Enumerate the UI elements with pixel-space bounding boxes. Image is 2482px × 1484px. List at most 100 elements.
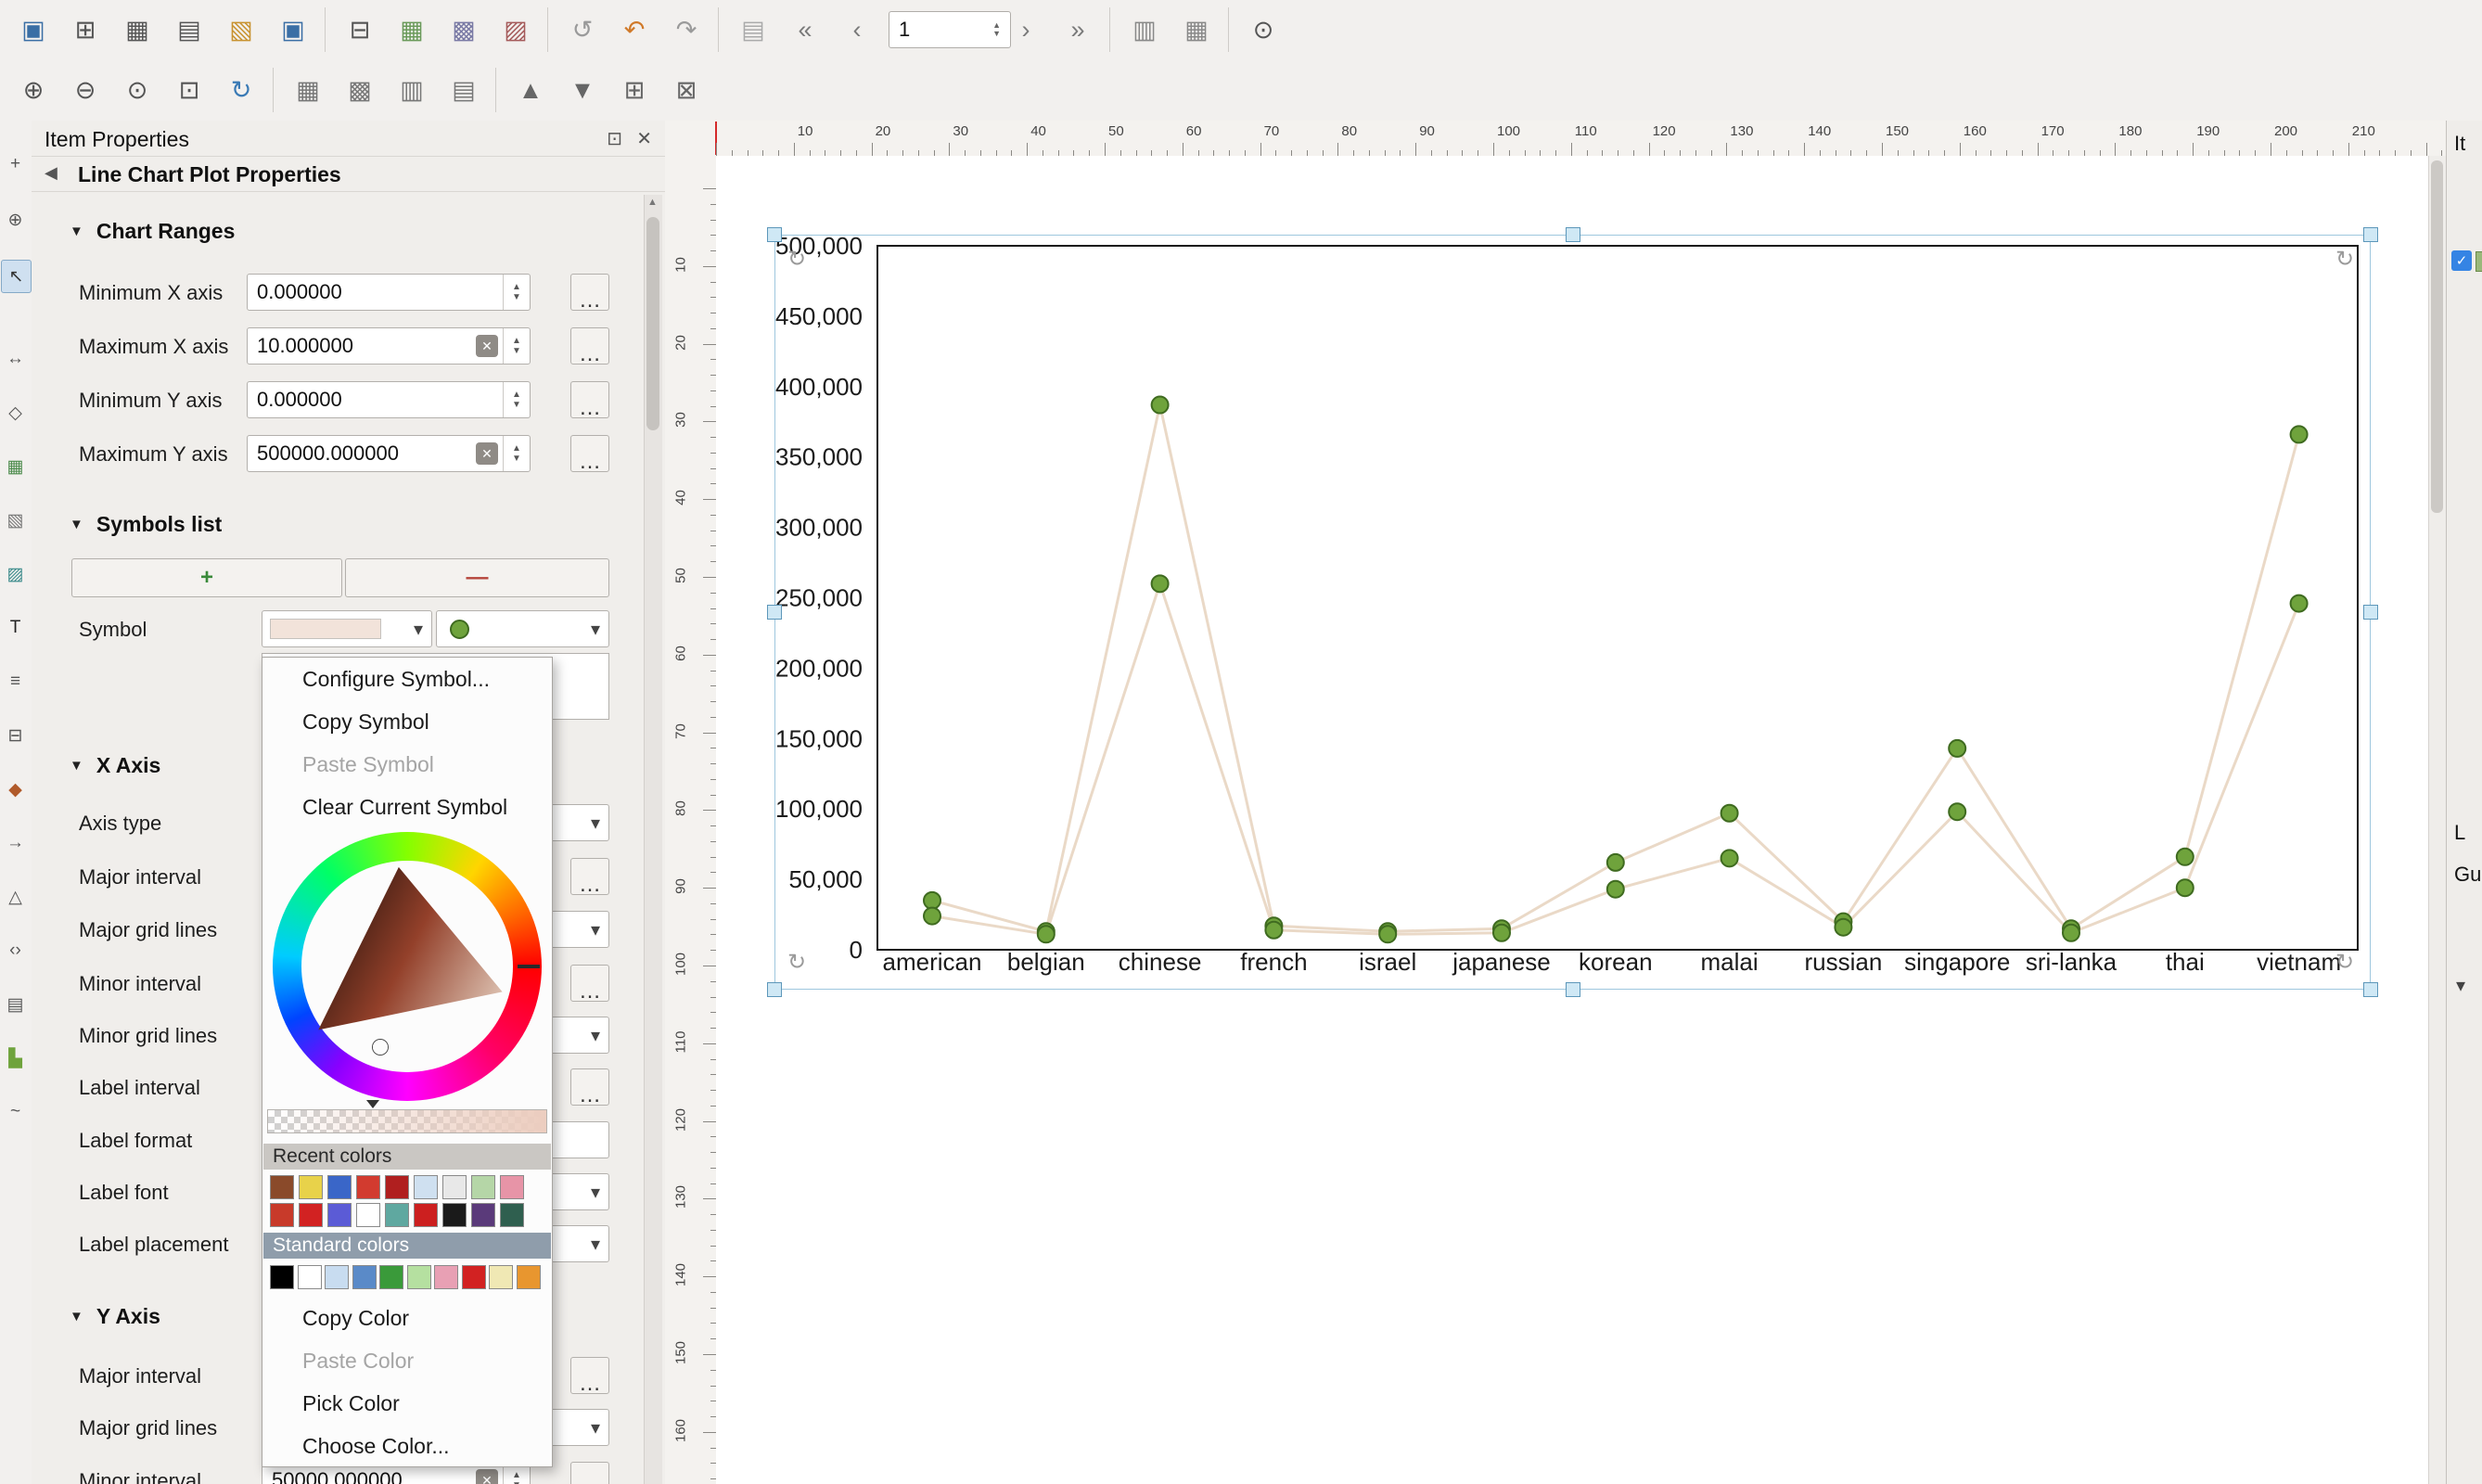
add-label-icon[interactable]: T [1, 612, 30, 644]
next-feature-icon[interactable]: › [1005, 9, 1046, 50]
back-icon[interactable]: ◀ [45, 163, 58, 183]
zoom-region-icon[interactable]: ⊙ [1243, 9, 1284, 50]
show-guides-icon[interactable]: ▥ [391, 70, 432, 110]
recent-color-swatch[interactable] [299, 1175, 323, 1199]
spinner-icons[interactable]: ▲▼ [503, 328, 530, 364]
rotate-handle-icon[interactable]: ↻ [787, 949, 806, 976]
recent-color-swatch[interactable] [471, 1203, 495, 1227]
clear-value-icon[interactable]: ✕ [476, 442, 498, 465]
recent-color-swatch[interactable] [270, 1203, 294, 1227]
standard-color-swatch[interactable] [517, 1265, 541, 1289]
recent-color-swatch[interactable] [500, 1203, 524, 1227]
undo-icon[interactable]: ↶ [614, 9, 655, 50]
recent-color-swatch[interactable] [356, 1175, 380, 1199]
save-project-icon[interactable]: ▣ [13, 9, 54, 50]
collapse-icon[interactable]: ▼ [70, 517, 83, 532]
recent-color-swatch[interactable] [270, 1175, 294, 1199]
move-item-content-tool-icon[interactable]: ↔ [1, 343, 30, 375]
rotate-handle-icon[interactable]: ↻ [2335, 949, 2354, 976]
standard-color-swatch[interactable] [298, 1265, 322, 1289]
first-feature-icon[interactable]: « [785, 9, 825, 50]
recent-color-swatch[interactable] [356, 1203, 380, 1227]
save-as-template-icon[interactable]: ▣ [273, 9, 313, 50]
menu-item-clear-current-symbol[interactable]: Clear Current Symbol [263, 786, 551, 828]
select-move-item-tool-icon[interactable]: ↖ [1, 260, 32, 293]
spinner-icons[interactable]: ▲▼ [503, 436, 530, 471]
snap-to-grid-icon[interactable]: ▩ [339, 70, 380, 110]
pan-tool-icon[interactable]: + [1, 148, 30, 180]
add-3d-map-icon[interactable]: ▧ [1, 505, 30, 536]
open-folder-icon[interactable]: ▧ [221, 9, 262, 50]
add-shape-icon[interactable]: ◆ [1, 774, 30, 805]
remove-symbol-button[interactable]: — [345, 558, 609, 597]
clear-value-icon[interactable]: ✕ [476, 1469, 498, 1484]
scrollbar-thumb[interactable] [2431, 160, 2443, 513]
line-chart-item[interactable]: 050,000100,000150,000200,000250,000300,0… [774, 235, 2371, 990]
zoom-tool-icon[interactable]: ⊕ [1, 204, 30, 236]
selection-handle[interactable] [2363, 982, 2378, 997]
data-defined-override-button[interactable]: … [570, 858, 609, 895]
collapse-icon[interactable]: ▼ [70, 758, 83, 774]
data-defined-override-button[interactable]: … [570, 965, 609, 1002]
minimum-x-axis-input[interactable]: 0.000000▲▼ [247, 274, 531, 311]
new-layout-icon[interactable]: ⊞ [65, 9, 106, 50]
section-header-chart-ranges[interactable]: ▼Chart Ranges [70, 217, 235, 245]
revert-icon[interactable]: ↺ [562, 9, 603, 50]
recent-color-swatch[interactable] [471, 1175, 495, 1199]
menu-item-pick-color[interactable]: Pick Color [263, 1382, 551, 1425]
group-items-icon[interactable]: ⊞ [614, 70, 655, 110]
standard-color-swatch[interactable] [352, 1265, 377, 1289]
spinner-icons[interactable]: ▲▼ [503, 275, 530, 310]
item-visibility-checkbox[interactable]: ✓ [2451, 250, 2472, 271]
section-header-x-axis[interactable]: ▼X Axis [70, 751, 160, 779]
data-defined-override-button[interactable]: … [570, 1068, 609, 1106]
recent-color-swatch[interactable] [442, 1175, 467, 1199]
section-header-y-axis[interactable]: ▼Y Axis [70, 1302, 160, 1330]
standard-color-swatch[interactable] [379, 1265, 403, 1289]
menu-item-copy-symbol[interactable]: Copy Symbol [263, 700, 551, 743]
scroll-up-icon[interactable]: ▲ [647, 197, 658, 208]
color-marker[interactable] [373, 1040, 388, 1055]
standard-color-swatch[interactable] [489, 1265, 513, 1289]
data-defined-override-button[interactable]: … [570, 435, 609, 472]
selection-handle[interactable] [767, 605, 782, 620]
section-header-symbols-list[interactable]: ▼Symbols list [70, 510, 222, 538]
chevron-down-icon[interactable]: ▾ [2456, 974, 2465, 997]
color-wheel[interactable] [273, 832, 542, 1101]
last-feature-icon[interactable]: » [1057, 9, 1098, 50]
duplicate-layout-icon[interactable]: ▦ [117, 9, 158, 50]
print-icon[interactable]: ⊟ [339, 9, 380, 50]
data-defined-override-button[interactable]: … [570, 381, 609, 418]
standard-color-swatch[interactable] [434, 1265, 458, 1289]
recent-color-swatch[interactable] [414, 1175, 438, 1199]
add-arrow-icon[interactable]: → [1, 827, 30, 859]
lower-items-icon[interactable]: ▼ [562, 70, 603, 110]
minimum-y-axis-input[interactable]: 0.000000▲▼ [247, 381, 531, 418]
close-panel-icon[interactable]: ✕ [636, 127, 652, 150]
selection-handle[interactable] [2363, 605, 2378, 620]
standard-color-swatch[interactable] [407, 1265, 431, 1289]
add-node-item-icon[interactable]: △ [1, 881, 30, 913]
add-map-icon[interactable]: ▦ [1, 451, 30, 482]
export-image-icon[interactable]: ▦ [391, 9, 432, 50]
atlas-preview-icon[interactable]: ▤ [733, 9, 774, 50]
snap-to-guides-icon[interactable]: ▤ [443, 70, 484, 110]
data-defined-override-button[interactable]: … [570, 1462, 609, 1484]
menu-item-choose-color-[interactable]: Choose Color... [263, 1425, 551, 1467]
standard-color-swatch[interactable] [325, 1265, 349, 1289]
recent-color-swatch[interactable] [500, 1175, 524, 1199]
selection-handle[interactable] [767, 227, 782, 242]
edit-nodes-tool-icon[interactable]: ◇ [1, 397, 30, 429]
zoom-actual-icon[interactable]: ⊙ [117, 70, 158, 110]
selection-handle[interactable] [1566, 227, 1580, 242]
maximum-x-axis-input[interactable]: 10.000000✕▲▼ [247, 327, 531, 365]
atlas-export-icon[interactable]: ▦ [1176, 9, 1217, 50]
add-picture-icon[interactable]: ▨ [1, 558, 30, 590]
float-panel-icon[interactable]: ⊡ [607, 127, 622, 150]
recent-color-swatch[interactable] [299, 1203, 323, 1227]
rotate-handle-icon[interactable]: ↻ [2335, 246, 2354, 273]
symbol-color-dropdown[interactable]: ▾ [262, 610, 432, 647]
add-legend-icon[interactable]: ≡ [1, 666, 30, 697]
recent-color-swatch[interactable] [385, 1175, 409, 1199]
add-symbol-button[interactable]: + [71, 558, 342, 597]
